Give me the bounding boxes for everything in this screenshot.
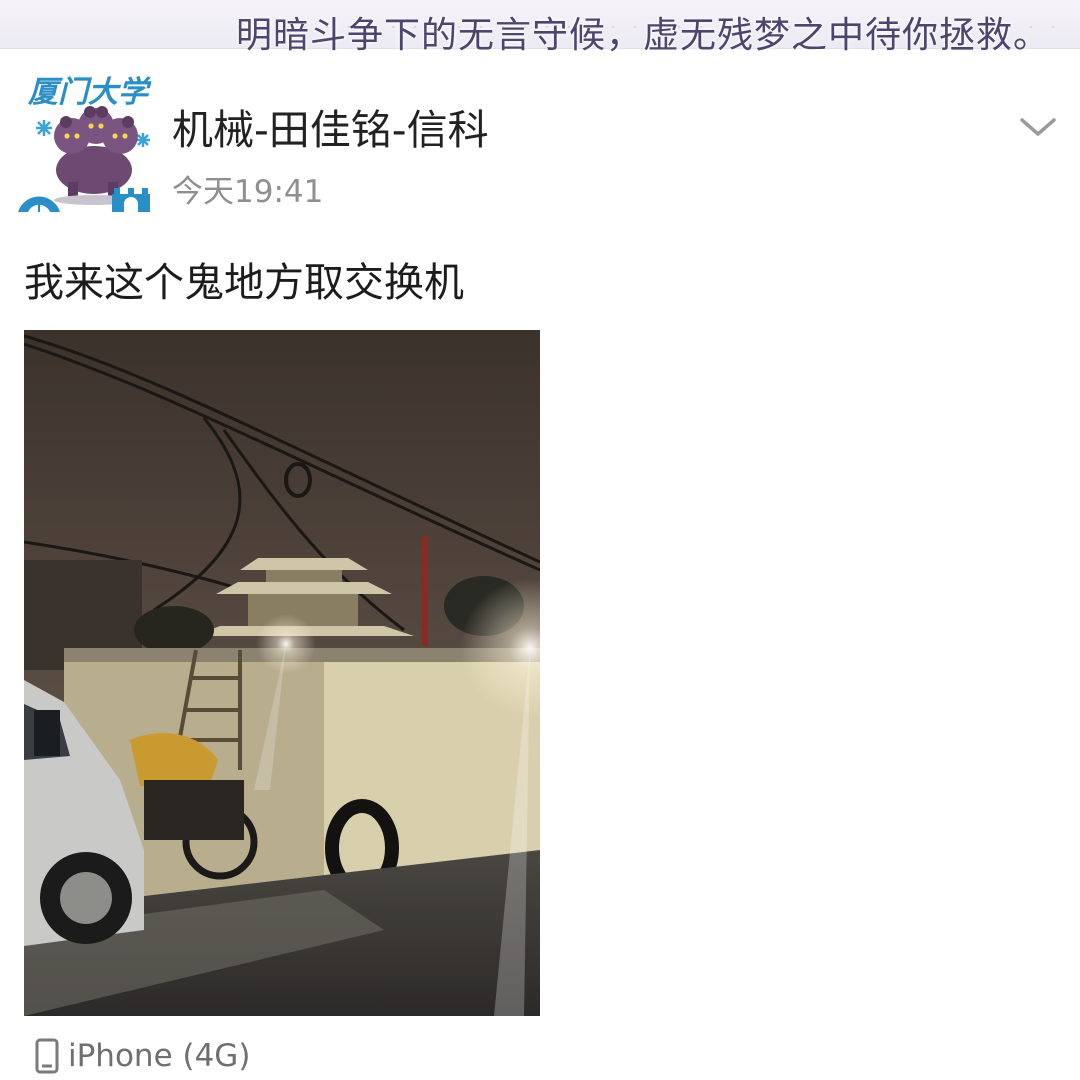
decorative-banner: 明暗斗争下的无言守候，虚无残梦之中待你拯救。 bbox=[0, 0, 1080, 56]
chevron-down-icon bbox=[1020, 118, 1056, 136]
post-photo[interactable] bbox=[24, 330, 540, 1016]
post-timestamp: 今天19:41 bbox=[172, 174, 324, 210]
avatar-badge-text: 厦门大学 bbox=[27, 75, 152, 109]
phone-icon bbox=[35, 1038, 59, 1074]
banner-text: 明暗斗争下的无言守候，虚无残梦之中待你拯救。 bbox=[236, 15, 1051, 56]
author-name[interactable]: 机械-田佳铭-信科 bbox=[172, 96, 489, 156]
device-source: iPhone (4G) bbox=[34, 1036, 250, 1076]
gate-icon bbox=[112, 188, 150, 212]
cerberus-figure bbox=[54, 106, 138, 205]
snowflake-icon bbox=[136, 133, 150, 147]
weibo-post-card: 明暗斗争下的无言守候，虚无残梦之中待你拯救。 厦门大学 机械-田佳铭-信科 今天… bbox=[0, 0, 1080, 1080]
avatar[interactable]: 厦门大学 bbox=[16, 70, 156, 216]
post-text: 我来这个鬼地方取交换机 bbox=[24, 260, 464, 306]
snowflake-icon bbox=[36, 120, 52, 136]
device-label: iPhone (4G) bbox=[68, 1038, 251, 1074]
tunnel-arch-icon bbox=[18, 196, 60, 212]
night-alley-photo-icon bbox=[24, 330, 540, 1016]
post-menu-button[interactable] bbox=[1016, 112, 1060, 142]
xmu-cerberus-avatar-icon: 厦门大学 bbox=[18, 75, 152, 212]
